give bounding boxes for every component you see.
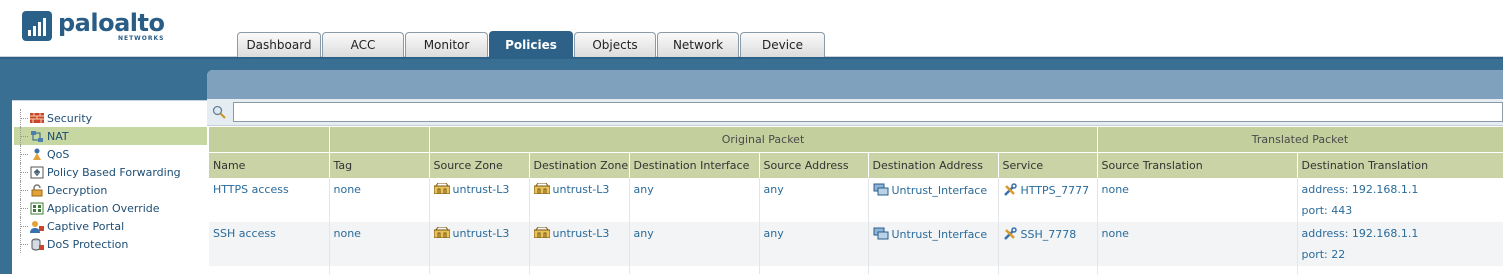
app-override-icon	[30, 202, 44, 215]
column-header-source-address[interactable]: Source Address	[759, 151, 869, 178]
destination-translation-port: port: 443	[1301, 204, 1353, 217]
tab-device[interactable]: Device	[740, 32, 825, 57]
sidebar-item-label: Security	[47, 111, 93, 125]
destination-interface-value: any	[633, 227, 654, 240]
sidebar-item-label: DoS Protection	[47, 237, 129, 251]
top-header: paloalto NETWORKS Dashboard ACC Monitor …	[0, 0, 1503, 57]
destination-address-link[interactable]: Untrust_Interface	[892, 184, 988, 197]
tab-objects[interactable]: Objects	[574, 32, 656, 57]
group-header-translated-packet: Translated Packet	[1097, 127, 1503, 152]
captive-portal-icon	[30, 220, 44, 233]
firewall-icon	[30, 112, 44, 125]
sidebar-item-policy-based-forwarding[interactable]: Policy Based Forwarding	[14, 163, 208, 181]
filter-bar	[207, 99, 1503, 126]
destination-translation-address: address: 192.168.1.1	[1301, 227, 1419, 240]
sidebar-item-label: Application Override	[47, 201, 160, 215]
column-header-destination-address[interactable]: Destination Address	[868, 151, 999, 178]
tab-policies[interactable]: Policies	[489, 31, 573, 57]
tab-acc[interactable]: ACC	[322, 32, 404, 57]
tab-monitor[interactable]: Monitor	[405, 32, 488, 57]
logo-mark-icon	[22, 11, 52, 41]
group-header-blank	[209, 127, 330, 152]
source-translation-value: none	[1101, 227, 1129, 240]
table-row[interactable]	[209, 266, 1503, 274]
service-link[interactable]: HTTPS_7777	[1021, 184, 1090, 197]
destination-zone-link[interactable]: untrust-L3	[553, 183, 610, 196]
service-tools-icon	[1003, 227, 1017, 241]
column-header-source-zone[interactable]: Source Zone	[429, 151, 530, 178]
qos-icon	[30, 148, 44, 161]
column-header-tag[interactable]: Tag	[329, 151, 430, 178]
pbf-icon	[30, 166, 44, 179]
group-header-original-packet: Original Packet	[429, 127, 1098, 152]
source-zone-link[interactable]: untrust-L3	[453, 227, 510, 240]
nat-rules-table: Original Packet Translated Packet Name T…	[209, 127, 1503, 274]
source-translation-value: none	[1101, 183, 1129, 196]
zone-icon	[433, 226, 450, 239]
search-icon[interactable]	[212, 105, 226, 119]
lock-icon	[30, 183, 44, 197]
destination-translation-address: address: 192.168.1.1	[1301, 183, 1419, 196]
source-address-value: any	[763, 227, 784, 240]
column-header-destination-translation[interactable]: Destination Translation	[1297, 151, 1503, 178]
sidebar-item-label: Decryption	[47, 183, 108, 197]
network-address-icon	[873, 183, 889, 196]
tab-dashboard[interactable]: Dashboard	[237, 32, 321, 57]
column-header-destination-interface[interactable]: Destination Interface	[629, 151, 760, 178]
sidebar-item-label: Captive Portal	[47, 219, 125, 233]
destination-translation-port: port: 22	[1301, 248, 1346, 261]
sidebar-item-label: QoS	[47, 147, 70, 161]
dos-protection-icon	[30, 238, 44, 251]
zone-icon	[533, 226, 550, 239]
sidebar-item-dos-protection[interactable]: DoS Protection	[14, 235, 208, 253]
column-header-destination-zone[interactable]: Destination Zone	[529, 151, 630, 178]
rule-tag: none	[333, 183, 361, 196]
main-tabs: Dashboard ACC Monitor Policies Objects N…	[237, 31, 826, 57]
sidebar-item-label: NAT	[47, 129, 69, 143]
brand-name: paloalto	[58, 9, 165, 37]
network-address-icon	[873, 227, 889, 240]
sidebar-item-qos[interactable]: QoS	[14, 145, 208, 163]
column-header-name[interactable]: Name	[209, 151, 330, 178]
service-tools-icon	[1003, 183, 1017, 197]
sidebar-item-label: Policy Based Forwarding	[47, 165, 181, 179]
group-header-blank	[329, 127, 430, 152]
sidebar-item-nat[interactable]: NAT	[14, 127, 208, 145]
destination-zone-link[interactable]: untrust-L3	[553, 227, 610, 240]
column-header-service[interactable]: Service	[998, 151, 1098, 178]
column-header-source-translation[interactable]: Source Translation	[1097, 151, 1298, 178]
table-row[interactable]: SSH access none untrust-L3 untrust-L3 an…	[209, 222, 1503, 266]
sidebar-item-application-override[interactable]: Application Override	[14, 199, 208, 217]
sidebar-item-captive-portal[interactable]: Captive Portal	[14, 217, 208, 235]
source-zone-link[interactable]: untrust-L3	[453, 183, 510, 196]
destination-address-link[interactable]: Untrust_Interface	[892, 228, 988, 241]
nat-policy-panel: Original Packet Translated Packet Name T…	[207, 70, 1503, 274]
palo-alto-logo: paloalto NETWORKS	[22, 9, 165, 42]
sidebar-item-decryption[interactable]: Decryption	[14, 181, 208, 199]
table-row[interactable]: HTTPS access none untrust-L3 untrust-L3 …	[209, 178, 1503, 222]
panel-header	[207, 70, 1503, 99]
policies-sidebar: Security NAT QoS Policy Based Forwarding…	[12, 100, 208, 274]
rule-name-link[interactable]: SSH access	[213, 227, 276, 240]
zone-icon	[433, 182, 450, 195]
sidebar-item-security[interactable]: Security	[14, 109, 208, 127]
zone-icon	[533, 182, 550, 195]
rule-name-link[interactable]: HTTPS access	[213, 183, 289, 196]
source-address-value: any	[763, 183, 784, 196]
tab-network[interactable]: Network	[657, 32, 739, 57]
destination-interface-value: any	[633, 183, 654, 196]
filter-input[interactable]	[233, 102, 1503, 122]
rule-tag: none	[333, 227, 361, 240]
service-link[interactable]: SSH_7778	[1021, 228, 1077, 241]
nat-icon	[30, 130, 44, 143]
